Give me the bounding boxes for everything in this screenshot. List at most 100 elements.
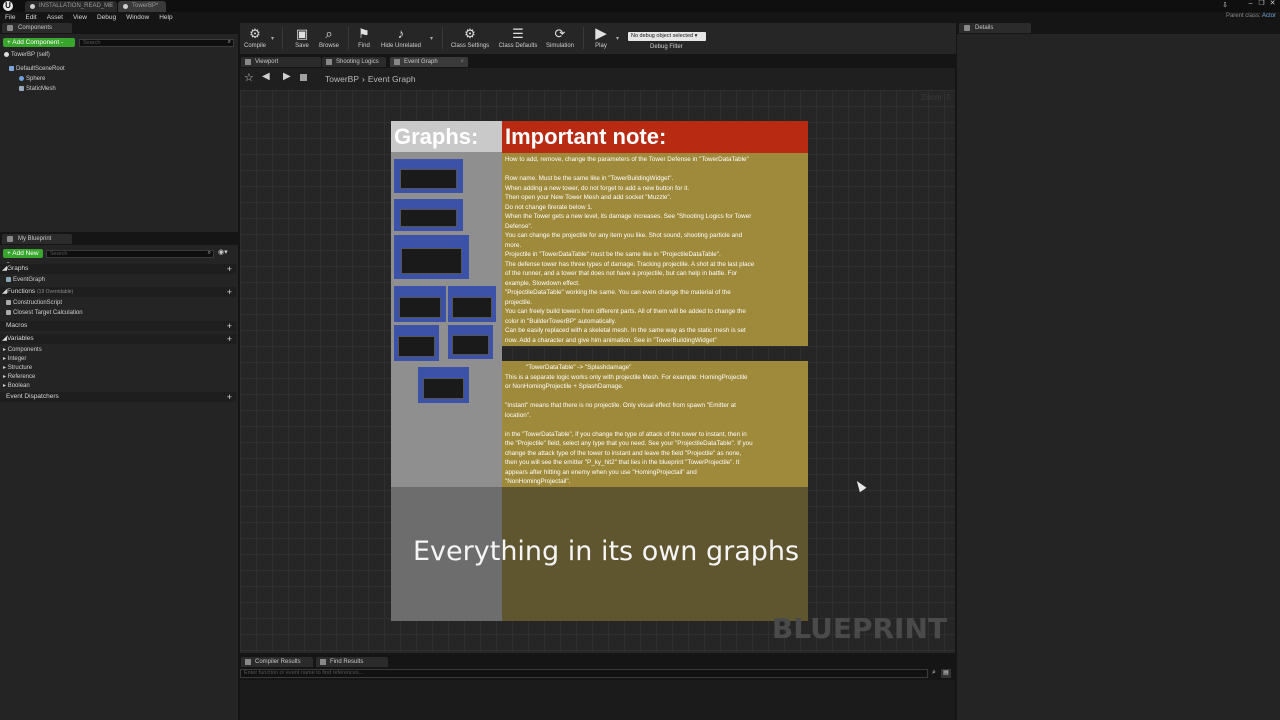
note-line: appears after hitting an enemy when you … xyxy=(505,468,697,476)
add-variable-button[interactable]: + xyxy=(227,334,232,344)
tree-item-defaultsceneroot[interactable]: DefaultSceneRoot xyxy=(9,66,65,72)
find-options-icon[interactable]: ▤ xyxy=(941,669,951,678)
variable-group-boolean[interactable]: ▸ Boolean xyxy=(3,382,30,389)
close-window-button[interactable]: ✕ xyxy=(1267,0,1278,9)
add-component-button[interactable]: + Add Component - xyxy=(3,38,75,47)
components-panel: + Add Component - Search ⌕ TowerBP (self… xyxy=(0,34,238,232)
menu-view[interactable]: View xyxy=(73,12,87,23)
tree-item-label: Sphere xyxy=(26,76,46,82)
play-button[interactable]: ▶ Play xyxy=(590,25,612,49)
variable-group-structure[interactable]: ▸ Structure xyxy=(3,364,32,371)
details-tab[interactable]: Details xyxy=(959,23,1031,33)
menu-help[interactable]: Help xyxy=(159,12,172,23)
category-event-dispatchers[interactable]: Event Dispatchers + xyxy=(0,392,236,402)
variable-group-integer[interactable]: ▸ Integer xyxy=(3,355,26,362)
hide-unrelated-button[interactable]: ♪ Hide Unrelated xyxy=(380,25,422,49)
category-variables[interactable]: ◢Variables + xyxy=(0,334,236,344)
minimize-button[interactable]: – xyxy=(1245,0,1256,9)
add-dispatcher-button[interactable]: + xyxy=(227,392,232,402)
hide-options-icon[interactable]: ▾ xyxy=(430,35,433,42)
graph-header: ☆ ◀ ▶ TowerBP › Event Graph xyxy=(240,68,955,90)
add-function-button[interactable]: + xyxy=(227,287,232,297)
menu-file[interactable]: File xyxy=(5,12,15,23)
collapsed-graph-node[interactable] xyxy=(394,325,439,361)
doc-tab-installation[interactable]: INSTALLATION_READ_ME × xyxy=(25,1,117,12)
save-button[interactable]: ▣ Save xyxy=(292,25,312,49)
tree-item-self[interactable]: TowerBP (self) xyxy=(4,52,50,58)
view-options-icon[interactable]: ◉▾ xyxy=(218,248,228,256)
toolbar-separator xyxy=(583,27,584,49)
category-macros[interactable]: Macros + xyxy=(0,321,236,331)
add-macro-button[interactable]: + xyxy=(227,321,232,331)
components-search-input[interactable]: Search ⌕ xyxy=(79,39,234,47)
collapsed-graph-node[interactable] xyxy=(448,286,496,322)
variable-group-components[interactable]: ▸ Components xyxy=(3,346,42,353)
back-arrow-icon[interactable]: ◀ xyxy=(262,71,270,82)
my-blueprint-tab[interactable]: My Blueprint xyxy=(2,234,72,244)
close-icon[interactable]: × xyxy=(109,1,113,12)
collapsed-graph-node[interactable] xyxy=(394,235,469,279)
blueprint-search-input[interactable]: Search ⌕ xyxy=(46,250,214,258)
tab-viewport[interactable]: Viewport xyxy=(241,57,321,67)
menu-edit[interactable]: Edit xyxy=(25,12,36,23)
class-settings-button[interactable]: ⚙ Class Settings xyxy=(450,25,490,49)
forward-arrow-icon[interactable]: ▶ xyxy=(283,71,291,82)
mouse-cursor-icon xyxy=(853,478,867,493)
unreal-logo-icon[interactable]: U xyxy=(3,1,13,11)
tree-item-label: TowerBP (self) xyxy=(11,52,50,58)
overlay-caption: Everything in its own graphs xyxy=(413,536,800,567)
comment-box-splash-damage[interactable]: "TowerDataTable" -> "Splashdamage" This … xyxy=(502,361,808,487)
tree-item-sphere[interactable]: Sphere xyxy=(19,76,45,82)
variable-group-reference[interactable]: ▸ Reference xyxy=(3,373,35,380)
category-functions[interactable]: ◢Functions (19 Overridable) + xyxy=(0,287,236,297)
menu-debug[interactable]: Debug xyxy=(97,12,116,23)
tree-item-staticmesh[interactable]: StaticMesh xyxy=(19,86,56,92)
maximize-button[interactable]: ❐ xyxy=(1256,0,1267,9)
note-line: "ProjectileDataTable" working the same. … xyxy=(505,289,731,296)
find-button[interactable]: ⚑ Find xyxy=(354,25,374,49)
graph-item-eventgraph[interactable]: EventGraph xyxy=(6,277,45,283)
collapsed-graph-node[interactable] xyxy=(394,199,463,231)
collapsed-graph-node[interactable] xyxy=(394,286,446,322)
function-item-label: Closest Target Calculation xyxy=(13,310,83,316)
close-icon[interactable]: × xyxy=(460,57,464,67)
breadcrumb-root[interactable]: TowerBP xyxy=(325,74,359,84)
bookmark-star-icon[interactable]: ☆ xyxy=(244,71,254,84)
compile-options-icon[interactable]: ▾ xyxy=(271,35,274,42)
collapsed-graph-node[interactable] xyxy=(448,325,493,359)
category-graphs[interactable]: ◢Graphs + xyxy=(0,264,236,274)
function-item-closest-target[interactable]: Closest Target Calculation xyxy=(6,310,83,316)
toolbar-separator xyxy=(282,27,283,49)
simulation-button[interactable]: ⟳ Simulation xyxy=(544,25,576,49)
add-new-button[interactable]: + Add New - xyxy=(3,249,43,266)
note-line: You can change the projectile for any it… xyxy=(505,232,743,239)
notification-icon[interactable]: ⇩ xyxy=(1222,1,1228,9)
category-label: Macros xyxy=(6,322,28,329)
search-icon[interactable]: ⌕ xyxy=(929,669,939,678)
debug-object-select[interactable]: No debug object selected ▾ xyxy=(628,32,706,41)
parent-class-value[interactable]: Actor xyxy=(1262,13,1276,19)
find-references-input[interactable]: Enter function or event name to find ref… xyxy=(240,669,928,678)
compile-label: Compile xyxy=(243,43,266,49)
note-line: of the runner, and a tower that does not… xyxy=(505,270,738,277)
note-line: "NonHomingProjectail". xyxy=(505,478,571,485)
collapsed-graph-node[interactable] xyxy=(394,159,463,193)
tab-shooting-logics[interactable]: Shooting Logics Fo xyxy=(322,57,386,75)
add-graph-button[interactable]: + xyxy=(227,264,232,274)
comment-box-important-note[interactable]: Important note: How to add, remove, chan… xyxy=(502,121,808,346)
browse-button[interactable]: ⌕ Browse xyxy=(317,25,341,49)
play-icon: ▶ xyxy=(595,25,607,42)
tab-find-results[interactable]: Find Results xyxy=(316,657,388,667)
function-item-constructionscript[interactable]: ConstructionScript xyxy=(6,300,62,306)
play-options-icon[interactable]: ▾ xyxy=(616,35,619,42)
doc-tab-towerbp[interactable]: TowerBP* xyxy=(118,1,166,12)
class-defaults-button[interactable]: ☰ Class Defaults xyxy=(497,25,539,49)
menu-window[interactable]: Window xyxy=(126,12,149,23)
tab-event-graph[interactable]: Event Graph × xyxy=(390,57,468,67)
collapsed-graph-node[interactable] xyxy=(418,367,469,403)
components-tab[interactable]: Components xyxy=(2,23,72,33)
compile-button[interactable]: ⚙ Compile xyxy=(242,25,268,49)
event-graph-canvas[interactable]: Zoom -5 Graphs: Important note: How to a… xyxy=(240,90,955,653)
tab-compiler-results[interactable]: Compiler Results xyxy=(241,657,313,667)
menu-asset[interactable]: Asset xyxy=(47,12,63,23)
